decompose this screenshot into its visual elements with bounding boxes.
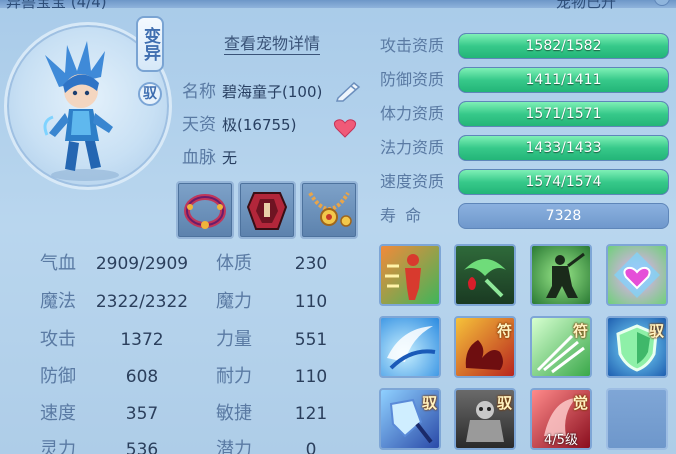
heart-icon[interactable] xyxy=(333,117,357,143)
end-value: 110 xyxy=(294,367,328,387)
skill-7-badge: 符 xyxy=(572,322,588,340)
apt-bar-stamina: 1571/1571 xyxy=(458,101,669,127)
apt-label-magic: 法力资质 xyxy=(380,138,445,157)
mp-value: 2322/2322 xyxy=(95,292,189,312)
equip-slot-collar[interactable] xyxy=(176,181,234,239)
skill-8-badge: 驭 xyxy=(648,322,664,340)
bloodline-row: 血脉无 xyxy=(182,146,237,170)
spd-label: 速度 xyxy=(40,403,76,424)
hp-value: 2909/2909 xyxy=(95,254,189,274)
strength-skill-icon xyxy=(385,254,421,300)
end-label: 耐力 xyxy=(216,366,252,387)
hp-label: 气血 xyxy=(40,253,76,274)
header-left-title: 异兽宝宝 (4/4) xyxy=(6,0,107,11)
skill-9[interactable]: 驭 xyxy=(379,388,441,450)
armor-icon xyxy=(246,192,288,230)
mag-value: 110 xyxy=(294,292,328,312)
skill-11-level: 4/5级 xyxy=(544,433,578,448)
skill-11-badge: 觉 xyxy=(572,394,588,412)
apt-value-defense: 1411/1411 xyxy=(525,72,602,88)
apt-label-attack: 攻击资质 xyxy=(380,36,445,55)
tamed-badge: 驭 xyxy=(138,82,162,106)
spirit-label: 灵力 xyxy=(40,439,76,454)
atk-value: 1372 xyxy=(120,330,164,350)
counter-attack-skill-icon xyxy=(546,252,585,298)
equip-slot-necklace[interactable] xyxy=(300,181,358,239)
con-value: 230 xyxy=(294,254,328,274)
apt-label-stamina: 体力资质 xyxy=(380,104,445,123)
apt-label-defense: 防御资质 xyxy=(380,70,445,89)
skill-1[interactable] xyxy=(379,244,441,306)
spirit-value: 536 xyxy=(125,440,159,454)
name-label: 名称 xyxy=(182,82,216,102)
name-row: 名称 碧海童子(100) xyxy=(182,80,322,104)
apt-label-speed: 速度资质 xyxy=(380,172,445,191)
view-pet-details-link[interactable]: 查看宠物详情 xyxy=(224,34,321,55)
skill-4[interactable] xyxy=(606,244,668,306)
spd-value: 357 xyxy=(125,404,159,424)
def-label: 防御 xyxy=(40,366,76,387)
apt-value-speed: 1574/1574 xyxy=(525,174,602,190)
collar-icon xyxy=(184,194,226,229)
mp-label: 魔法 xyxy=(40,291,76,312)
name-value: 碧海童子(100) xyxy=(222,83,323,101)
equip-slot-armor[interactable] xyxy=(238,181,296,239)
water-wave-skill-icon xyxy=(387,326,436,370)
def-value: 608 xyxy=(125,367,159,387)
skill-10[interactable]: 驭 xyxy=(454,388,516,450)
apt-bar-magic: 1433/1433 xyxy=(458,135,669,161)
heart-gem-skill-icon xyxy=(614,252,660,298)
atk-label: 攻击 xyxy=(40,329,76,350)
bloodline-label: 血脉 xyxy=(182,148,216,168)
talent-label: 天资 xyxy=(182,115,216,135)
talent-value: 极(16755) xyxy=(222,116,297,134)
skill-6[interactable]: 符 xyxy=(454,316,516,378)
apt-bar-speed: 1574/1574 xyxy=(458,169,669,195)
apt-bar-defense: 1411/1411 xyxy=(458,67,669,93)
talent-row: 天资 极(16755) xyxy=(182,113,296,137)
apt-value-stamina: 1571/1571 xyxy=(525,106,602,122)
apt-value-attack: 1582/1582 xyxy=(525,38,602,54)
top-frame: 异兽宝宝 (4/4) 宠物已升 xyxy=(0,0,676,11)
mag-label: 魔力 xyxy=(216,291,252,312)
skill-11[interactable]: 觉 4/5级 xyxy=(530,388,592,450)
necklace-icon xyxy=(308,191,352,227)
life-value: 7328 xyxy=(458,203,669,229)
pot-value: 0 xyxy=(305,440,317,454)
agi-label: 敏捷 xyxy=(216,403,252,424)
skill-slot-empty[interactable] xyxy=(606,388,668,450)
skill-7[interactable]: 符 xyxy=(530,316,592,378)
con-label: 体质 xyxy=(216,253,252,274)
skill-9-badge: 驭 xyxy=(421,394,437,412)
life-label: 寿 命 xyxy=(380,206,424,225)
skill-6-badge: 符 xyxy=(496,322,512,340)
agi-value: 121 xyxy=(294,404,328,424)
pot-label: 潜力 xyxy=(216,439,252,454)
skill-8[interactable]: 驭 xyxy=(606,316,668,378)
skill-2[interactable] xyxy=(454,244,516,306)
skill-3[interactable] xyxy=(530,244,592,306)
variant-badge: 变异 xyxy=(136,16,164,72)
header-right-title: 宠物已升 xyxy=(555,0,616,11)
bloodline-value: 无 xyxy=(222,149,238,167)
skill-5[interactable] xyxy=(379,316,441,378)
str-label: 力量 xyxy=(216,329,252,350)
collapse-button[interactable] xyxy=(654,0,670,6)
edit-name-icon[interactable] xyxy=(334,80,362,106)
skill-10-badge: 驭 xyxy=(496,394,512,412)
blood-drain-skill-icon xyxy=(464,259,506,298)
str-value: 551 xyxy=(294,330,328,350)
apt-value-magic: 1433/1433 xyxy=(525,140,602,156)
apt-bar-attack: 1582/1582 xyxy=(458,33,669,59)
